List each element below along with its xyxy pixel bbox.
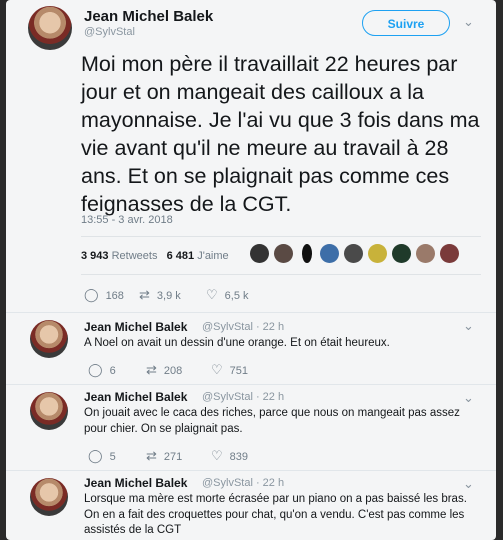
divider [81,236,481,237]
liker-avatar[interactable] [344,244,363,263]
liker-avatar[interactable] [440,244,459,263]
reply-button[interactable]: ◯ 6 [88,362,116,378]
retweet-icon: ⇄ [139,287,150,302]
avatar[interactable] [30,320,68,358]
liker-avatar[interactable] [302,244,312,263]
heart-icon: ♡ [211,362,223,377]
divider [6,312,496,313]
liker-avatar[interactable] [368,244,387,263]
author-name[interactable]: Jean Michel Balek [84,8,213,25]
retweet-icon: ⇄ [146,448,157,463]
heart-icon: ♡ [211,448,223,463]
liker-avatar[interactable] [250,244,269,263]
divider [6,384,496,385]
reply-icon: ◯ [88,362,103,377]
tweet-text: Moi mon père il travaillait 22 heures pa… [81,52,480,216]
retweets-count[interactable]: 3 943 [81,250,109,262]
reply-meta[interactable]: @SylvStal · 22 h [202,391,284,403]
reply-text: On jouait avec le caca des riches, parce… [84,407,460,435]
reply-meta[interactable]: @SylvStal · 22 h [202,477,284,489]
retweet-icon: ⇄ [146,362,157,377]
retweet-button[interactable]: ⇄ 271 [146,448,182,464]
chevron-down-icon[interactable]: ⌄ [463,390,474,406]
chevron-down-icon[interactable]: ⌄ [463,14,474,30]
reply-button[interactable]: ◯ 5 [88,448,116,464]
retweet-button[interactable]: ⇄ 208 [146,362,182,378]
liker-avatar[interactable] [392,244,411,263]
avatar[interactable] [30,392,68,430]
chevron-down-icon[interactable]: ⌄ [463,476,474,492]
reply-text: Lorsque ma mère est morte écrasée par un… [84,493,467,536]
reply-icon: ◯ [84,287,99,302]
reply-author-name[interactable]: Jean Michel Balek [84,320,187,334]
author-handle[interactable]: @SylvStal [84,26,135,38]
reply-button[interactable]: ◯ 168 [84,287,124,303]
heart-icon: ♡ [206,287,218,302]
liker-avatar[interactable] [274,244,293,263]
follow-button[interactable]: Suivre [362,10,450,36]
likes-label[interactable]: J'aime [197,250,228,262]
avatar[interactable] [30,478,68,516]
like-button[interactable]: ♡ 751 [211,362,248,378]
tweet-stats: 3 943 Retweets 6 481 J'aime [81,250,229,262]
retweet-button[interactable]: ⇄ 3,9 k [139,287,181,303]
reply-author-name[interactable]: Jean Michel Balek [84,476,187,490]
chevron-down-icon[interactable]: ⌄ [463,318,474,334]
reply-author-name[interactable]: Jean Michel Balek [84,390,187,404]
likes-count[interactable]: 6 481 [167,250,195,262]
like-button[interactable]: ♡ 6,5 k [206,287,249,303]
liker-avatar[interactable] [320,244,339,263]
divider [6,470,496,471]
reply-text: A Noel on avait un dessin d'une orange. … [84,337,390,349]
avatar[interactable] [28,6,72,50]
reply-icon: ◯ [88,448,103,463]
reply-meta[interactable]: @SylvStal · 22 h [202,321,284,333]
tweet-timestamp[interactable]: 13:55 - 3 avr. 2018 [81,214,173,226]
like-button[interactable]: ♡ 839 [211,448,248,464]
divider [81,274,481,275]
liker-avatar[interactable] [416,244,435,263]
retweets-label[interactable]: Retweets [112,250,158,262]
tweet-thread-screenshot: Jean Michel Balek @SylvStal Suivre ⌄ Moi… [6,0,496,540]
